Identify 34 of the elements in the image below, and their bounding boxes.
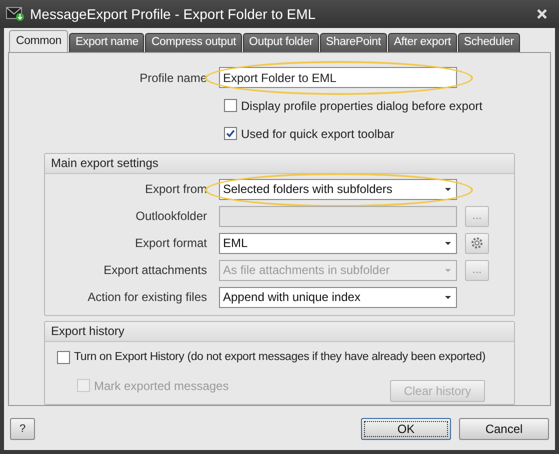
dropdown[interactable]: Append with unique index bbox=[219, 286, 457, 308]
tab[interactable]: Common bbox=[9, 30, 68, 52]
settings-button[interactable] bbox=[465, 232, 489, 254]
field-label: Profile name bbox=[138, 70, 207, 87]
field-label: Outlookfolder bbox=[134, 208, 207, 226]
dropdown[interactable]: Selected folders with subfolders bbox=[219, 178, 457, 200]
checkbox[interactable] bbox=[224, 99, 237, 112]
envelope-icon bbox=[6, 7, 24, 21]
tab[interactable]: SharePoint bbox=[320, 33, 387, 52]
field-label: Export attachments bbox=[102, 262, 207, 280]
checkbox[interactable] bbox=[57, 350, 70, 364]
profile-name-field[interactable]: Export Folder to EML bbox=[219, 67, 457, 88]
group-title: Main export settings bbox=[51, 155, 158, 172]
help-button[interactable]: ? bbox=[10, 418, 35, 440]
tab[interactable]: Scheduler bbox=[458, 33, 520, 52]
checkbox-label: Used for quick export toolbar bbox=[241, 126, 394, 143]
gear-icon bbox=[470, 236, 484, 250]
dropdown[interactable]: EML bbox=[219, 232, 457, 254]
group-title: Export history bbox=[51, 323, 124, 340]
tab[interactable]: Export name bbox=[69, 33, 144, 52]
field-label: Action for existing files bbox=[86, 289, 207, 306]
close-icon bbox=[537, 9, 547, 19]
tab[interactable]: Compress output bbox=[145, 33, 242, 52]
dialog-button[interactable]: OK bbox=[361, 418, 451, 440]
checkbox-label: Mark exported messages bbox=[94, 378, 229, 395]
tab[interactable]: After export bbox=[388, 33, 457, 52]
field-label: Export format bbox=[134, 235, 207, 252]
checkbox-label: Turn on Export History (do not export messages if they have already been exported) bbox=[74, 350, 486, 365]
field-label: Export from bbox=[144, 181, 207, 198]
window-title: MessageExport Profile - Export Folder to EML bbox=[30, 4, 317, 24]
checkbox-label: Display profile properties dialog before export bbox=[241, 98, 482, 115]
dialog-button[interactable]: Cancel bbox=[459, 418, 549, 440]
checkbox[interactable] bbox=[224, 127, 237, 140]
tab[interactable]: Output folder bbox=[243, 33, 319, 52]
